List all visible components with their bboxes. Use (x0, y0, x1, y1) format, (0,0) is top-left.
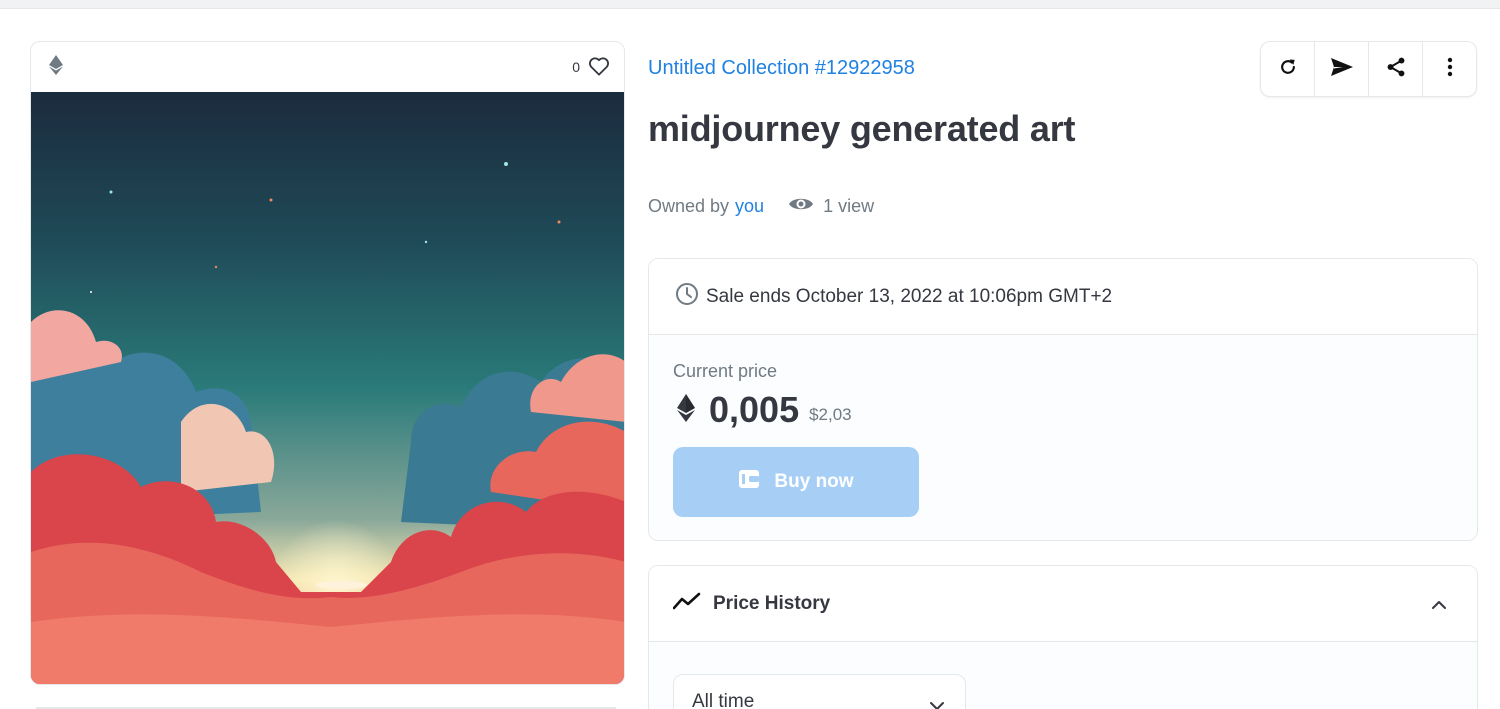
media-card: 0 (30, 41, 625, 685)
favorite-control[interactable]: 0 (572, 56, 610, 79)
refresh-button[interactable] (1261, 42, 1315, 96)
owner-row: Owned by you 1 view (648, 195, 874, 218)
buy-now-button[interactable]: Buy now (673, 447, 919, 517)
views-info: 1 view (788, 195, 874, 218)
wallet-icon (738, 468, 760, 496)
share-button[interactable] (1369, 42, 1423, 96)
browser-top-strip (0, 0, 1500, 9)
favorites-count: 0 (572, 59, 580, 75)
chevron-up-icon[interactable] (1431, 594, 1447, 616)
item-action-group (1260, 41, 1477, 97)
transfer-icon[interactable] (1330, 57, 1354, 82)
sale-body: Current price 0,005 $2,03 Buy now (649, 335, 1477, 540)
owner-link[interactable]: you (735, 196, 764, 217)
ethereum-icon (677, 393, 695, 427)
share-icon[interactable] (1385, 56, 1407, 83)
transfer-button[interactable] (1315, 42, 1369, 96)
collection-link[interactable]: Untitled Collection #12922958 (648, 57, 915, 80)
sale-card: Sale ends October 13, 2022 at 10:06pm GM… (648, 258, 1478, 541)
price-history-body: All time (649, 642, 1477, 709)
clock-icon (675, 282, 699, 312)
owned-by-label: Owned by (648, 196, 730, 216)
trending-line-icon (672, 592, 701, 616)
view-count: 1 view (823, 196, 875, 216)
price-history-header[interactable]: Price History (649, 566, 1477, 642)
more-icon[interactable] (1447, 57, 1453, 82)
heart-icon[interactable] (588, 56, 610, 79)
nft-artwork-image[interactable] (31, 92, 625, 685)
price-value: 0,005 (709, 389, 800, 430)
price-history-title: Price History (713, 592, 831, 614)
ethereum-icon (49, 54, 63, 80)
buy-now-label: Buy now (774, 471, 854, 492)
sale-ends-row: Sale ends October 13, 2022 at 10:06pm GM… (649, 259, 1477, 335)
time-range-select[interactable]: All time (673, 674, 966, 709)
current-price-label: Current price (673, 361, 778, 381)
chevron-down-icon (929, 695, 945, 709)
media-header: 0 (31, 42, 624, 92)
refresh-icon[interactable] (1278, 57, 1298, 82)
fiat-price: $2,03 (809, 405, 852, 424)
sale-ends-text: Sale ends October 13, 2022 at 10:06pm GM… (706, 285, 1113, 307)
more-options-button[interactable] (1423, 42, 1476, 96)
item-title: midjourney generated art (648, 108, 1076, 149)
price-history-card: Price History All time (648, 565, 1478, 709)
time-range-value: All time (692, 691, 755, 709)
eye-icon (788, 195, 814, 218)
price-row: 0,005 $2,03 (677, 389, 852, 431)
